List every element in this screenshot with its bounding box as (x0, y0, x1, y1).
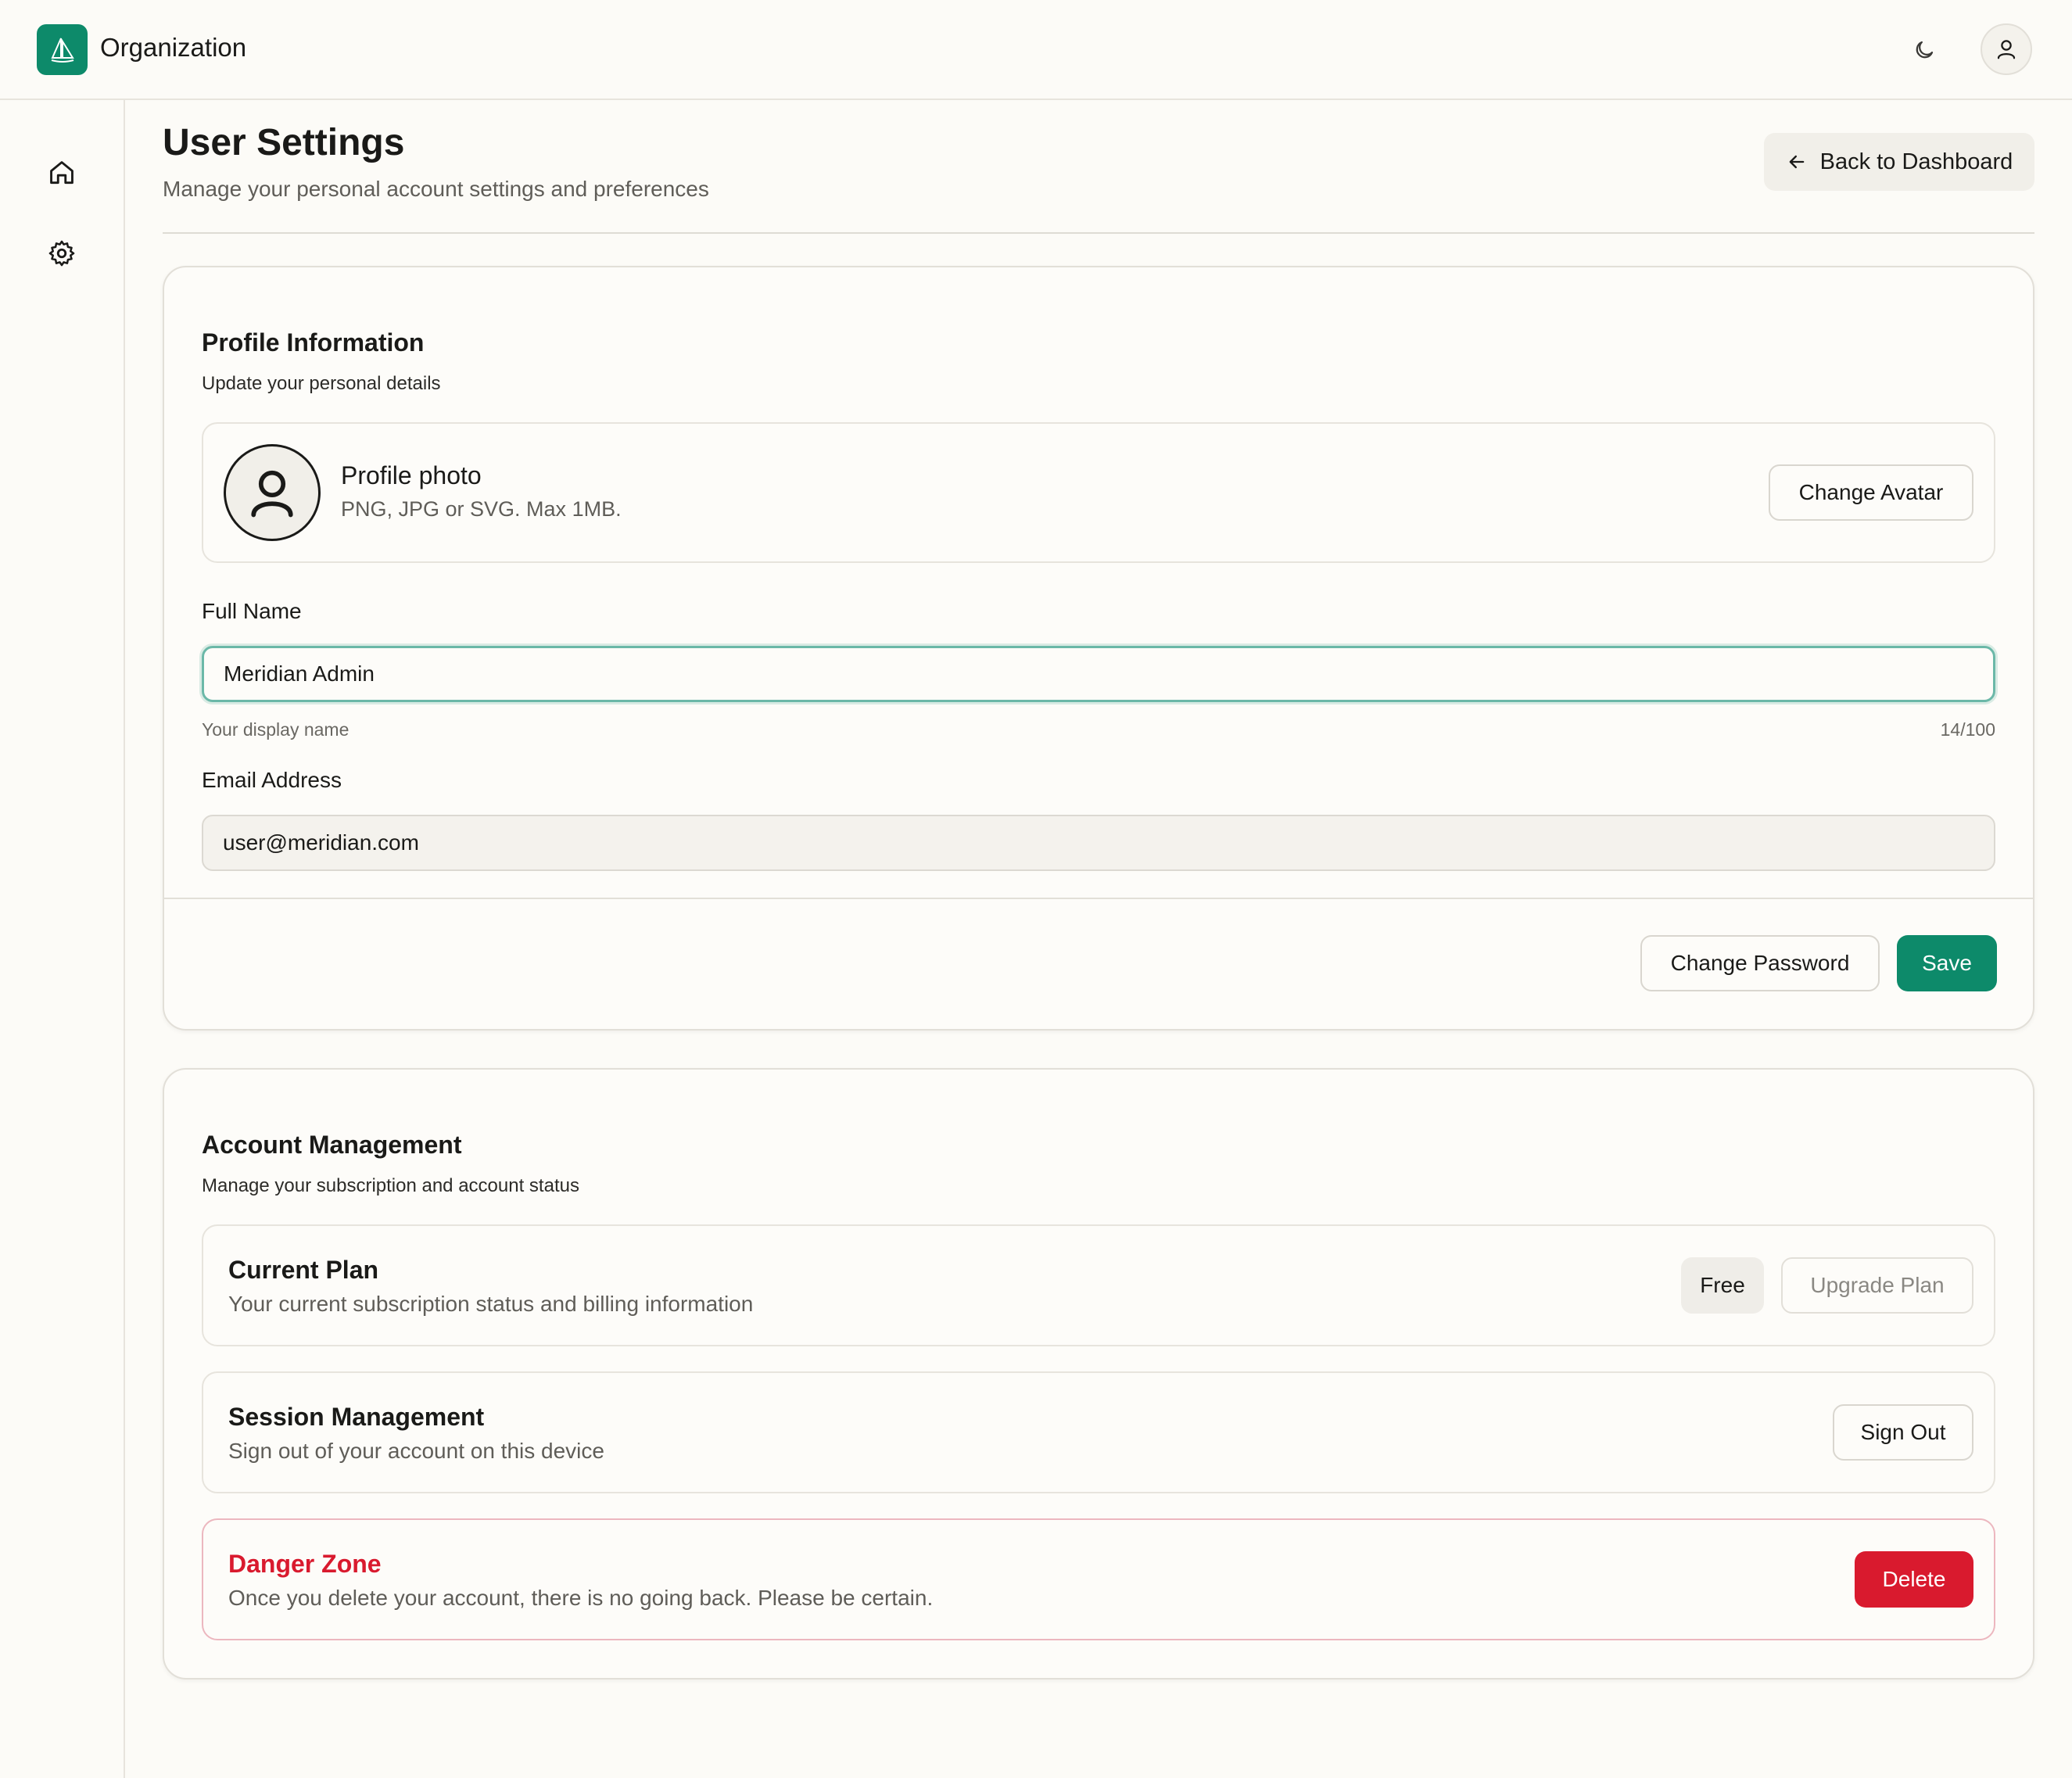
profile-photo-panel: Profile photo PNG, JPG or SVG. Max 1MB. … (202, 422, 1995, 563)
avatar (224, 444, 321, 541)
profile-card-title: Profile Information (202, 328, 425, 357)
danger-zone-panel: Danger Zone Once you delete your account… (202, 1518, 1995, 1640)
plan-badge: Free (1681, 1257, 1764, 1314)
card-footer-divider (164, 898, 2033, 899)
session-management-title: Session Management (228, 1403, 485, 1431)
account-card-title: Account Management (202, 1131, 462, 1159)
page-title: User Settings (163, 122, 405, 163)
change-avatar-button[interactable]: Change Avatar (1769, 464, 1973, 521)
danger-zone-description: Once you delete your account, there is n… (228, 1586, 934, 1610)
current-plan-description: Your current subscription status and bil… (228, 1292, 754, 1316)
sidebar (0, 100, 125, 1778)
org-name: Organization (100, 33, 247, 62)
danger-zone-title: Danger Zone (228, 1550, 382, 1578)
page-subtitle: Manage your personal account settings an… (163, 177, 709, 201)
full-name-label: Full Name (202, 599, 302, 623)
user-icon (251, 470, 293, 518)
full-name-help: Your display name (202, 719, 350, 740)
user-menu-button[interactable] (1981, 23, 2032, 75)
back-to-dashboard-button[interactable]: Back to Dashboard (1764, 133, 2034, 191)
current-plan-panel: Current Plan Your current subscription s… (202, 1224, 1995, 1346)
full-name-char-count: 14/100 (1940, 719, 1995, 740)
arrow-left-icon (1789, 155, 1805, 169)
session-management-description: Sign out of your account on this device (228, 1439, 604, 1463)
sign-out-button[interactable]: Sign Out (1833, 1404, 1973, 1461)
home-icon (50, 161, 73, 185)
profile-card: Profile Information Update your personal… (163, 266, 2034, 1031)
theme-toggle-button[interactable] (1900, 28, 1948, 72)
account-card-description: Manage your subscription and account sta… (202, 1175, 579, 1196)
user-icon (1997, 40, 2016, 59)
upgrade-plan-button[interactable]: Upgrade Plan (1781, 1257, 1973, 1314)
sidebar-item-home[interactable] (38, 149, 86, 197)
top-bar: Organization (0, 0, 2072, 100)
gear-icon (48, 240, 75, 267)
full-name-input[interactable]: Meridian Admin (202, 646, 1995, 702)
sidebar-item-settings[interactable] (38, 229, 86, 278)
email-label: Email Address (202, 768, 342, 792)
profile-card-description: Update your personal details (202, 373, 441, 394)
current-plan-title: Current Plan (228, 1256, 379, 1284)
moon-icon (1916, 41, 1934, 59)
save-button[interactable]: Save (1897, 935, 1997, 991)
profile-photo-title: Profile photo (341, 461, 482, 489)
email-field[interactable]: user@meridian.com (202, 815, 1995, 871)
profile-photo-hint: PNG, JPG or SVG. Max 1MB. (341, 497, 622, 521)
delete-account-button[interactable]: Delete (1855, 1551, 1973, 1608)
back-to-dashboard-label: Back to Dashboard (1819, 149, 2013, 174)
account-card: Account Management Manage your subscript… (163, 1068, 2034, 1679)
sailboat-icon[interactable] (37, 24, 88, 75)
change-password-button[interactable]: Change Password (1640, 935, 1880, 991)
divider (163, 232, 2034, 234)
session-management-panel: Session Management Sign out of your acco… (202, 1371, 1995, 1493)
